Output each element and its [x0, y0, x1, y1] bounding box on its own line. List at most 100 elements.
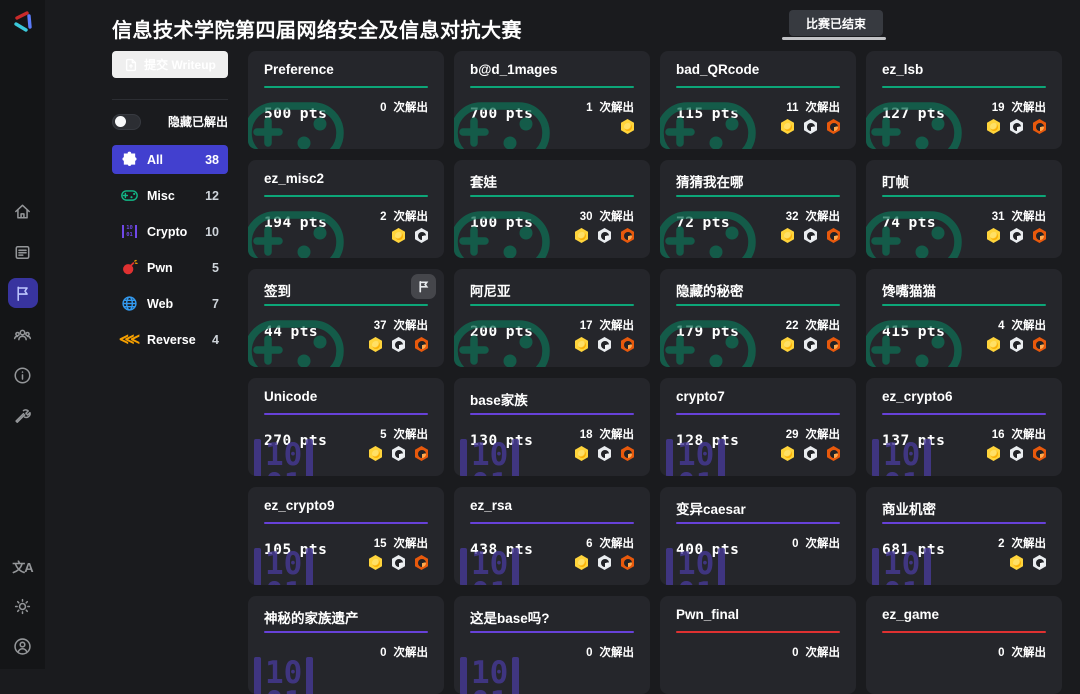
- challenge-card[interactable]: Unicode 5次解出 270pts 10 01: [248, 378, 444, 476]
- reverse-icon: ⋘: [121, 331, 138, 348]
- blood-medals: [575, 555, 634, 570]
- challenge-title: base家族: [470, 389, 634, 409]
- silver-blood-medal-icon: [1010, 446, 1023, 461]
- hide-solved-toggle[interactable]: [112, 114, 141, 130]
- gold-blood-medal-icon: [781, 119, 794, 134]
- challenge-card[interactable]: 签到 37次解出 44pts: [248, 269, 444, 367]
- category-divider: [264, 195, 428, 197]
- challenge-title: 套娃: [470, 171, 634, 191]
- solve-count: 11次解出: [786, 99, 840, 115]
- category-count: 7: [212, 297, 219, 311]
- gold-blood-medal-icon: [575, 555, 588, 570]
- gold-blood-medal-icon: [575, 228, 588, 243]
- gold-blood-medal-icon: [781, 337, 794, 352]
- challenge-card[interactable]: ez_misc2 2次解出 194pts: [248, 160, 444, 258]
- category-divider: [264, 413, 428, 415]
- challenge-card[interactable]: 神秘的家族遗产 0次解出 10 01: [248, 596, 444, 694]
- silver-blood-medal-icon: [392, 337, 405, 352]
- submit-writeup-button[interactable]: 提交 Writeup: [112, 51, 228, 78]
- challenge-card[interactable]: 商业机密 2次解出 681pts 10 01: [866, 487, 1062, 585]
- challenge-title: 猜猜我在哪: [676, 171, 840, 191]
- challenge-card[interactable]: ez_lsb 19次解出 127pts: [866, 51, 1062, 149]
- category-divider: [676, 304, 840, 306]
- sidebar-filter-crypto[interactable]: 10 01 Crypto 10: [112, 217, 228, 246]
- challenge-card[interactable]: 阿尼亚 17次解出 200pts: [454, 269, 650, 367]
- challenge-points: 100pts: [470, 215, 533, 231]
- challenge-card[interactable]: ez_rsa 6次解出 438pts 10 01: [454, 487, 650, 585]
- blood-medals: [621, 119, 634, 134]
- challenge-card[interactable]: 馋嘴猫猫 4次解出 415pts: [866, 269, 1062, 367]
- challenge-card[interactable]: 盯帧 31次解出 74pts: [866, 160, 1062, 258]
- category-divider: [882, 413, 1046, 415]
- challenge-title: 隐藏的秘密: [676, 280, 840, 300]
- game-progress-bar: [782, 37, 886, 40]
- challenge-points: 200pts: [470, 324, 533, 340]
- silver-blood-medal-icon: [804, 337, 817, 352]
- challenge-title: bad_QRcode: [676, 62, 840, 77]
- sidebar-filter-misc[interactable]: Misc 12: [112, 181, 228, 210]
- scoreboard-icon[interactable]: [8, 319, 38, 349]
- challenge-points: 500pts: [264, 106, 327, 122]
- challenge-card[interactable]: Pwn_final 0次解出: [660, 596, 856, 694]
- gold-blood-medal-icon: [1010, 555, 1023, 570]
- sidebar-filter-all[interactable]: All 38: [112, 145, 228, 174]
- gold-blood-medal-icon: [987, 228, 1000, 243]
- category-divider: [470, 522, 634, 524]
- category-divider: [264, 86, 428, 88]
- hide-solved-label: 隐藏已解出: [168, 113, 228, 130]
- challenge-card[interactable]: base家族 18次解出 130pts 10 01: [454, 378, 650, 476]
- challenges-flag-icon[interactable]: [8, 278, 38, 308]
- challenge-title: 盯帧: [882, 171, 1046, 191]
- challenge-card[interactable]: 隐藏的秘密 22次解出 179pts: [660, 269, 856, 367]
- home-icon[interactable]: [8, 196, 38, 226]
- challenge-card[interactable]: b@d_1mages 1次解出 700pts: [454, 51, 650, 149]
- challenge-card[interactable]: 套娃 30次解出 100pts: [454, 160, 650, 258]
- challenge-card[interactable]: ez_crypto9 15次解出 105pts 10 01: [248, 487, 444, 585]
- challenge-points: 270pts: [264, 433, 327, 449]
- blood-medals: [575, 337, 634, 352]
- challenge-points: 105pts: [264, 542, 327, 558]
- challenge-card[interactable]: bad_QRcode 11次解出 115pts: [660, 51, 856, 149]
- challenge-card[interactable]: 这是base吗? 0次解出 10 01: [454, 596, 650, 694]
- solve-count: 19次解出: [992, 99, 1046, 115]
- matrix-watermark: 10 01: [460, 657, 519, 694]
- game-status-button[interactable]: 比赛已结束: [789, 10, 883, 36]
- gold-blood-medal-icon: [575, 446, 588, 461]
- silver-blood-medal-icon: [415, 228, 428, 243]
- sidebar-filter-reverse[interactable]: ⋘ Reverse 4: [112, 325, 228, 354]
- challenge-points: 127pts: [882, 106, 945, 122]
- news-icon[interactable]: [8, 237, 38, 267]
- challenge-card[interactable]: 猜猜我在哪 32次解出 72pts: [660, 160, 856, 258]
- solve-count: 18次解出: [580, 426, 634, 442]
- sidebar-filter-web[interactable]: Web 7: [112, 289, 228, 318]
- challenge-title: ez_lsb: [882, 62, 1046, 77]
- challenge-points: 130pts: [470, 433, 533, 449]
- challenge-card[interactable]: crypto7 29次解出 128pts 10 01: [660, 378, 856, 476]
- language-icon[interactable]: 文A: [8, 551, 38, 581]
- challenge-card[interactable]: Preference 0次解出 500pts: [248, 51, 444, 149]
- solve-count: 0次解出: [586, 644, 634, 660]
- web-icon: [121, 295, 138, 312]
- page-title: 信息技术学院第四届网络安全及信息对抗大赛: [112, 14, 522, 43]
- avatar[interactable]: [8, 631, 38, 661]
- admin-wrench-icon[interactable]: [8, 401, 38, 431]
- challenge-title: 神秘的家族遗产: [264, 607, 428, 627]
- app-logo[interactable]: [7, 7, 39, 39]
- challenge-card[interactable]: 变异caesar 0次解出 400pts 10 01: [660, 487, 856, 585]
- theme-sun-icon[interactable]: [8, 591, 38, 621]
- challenge-card[interactable]: ez_crypto6 16次解出 137pts 10 01: [866, 378, 1062, 476]
- category-divider: [882, 522, 1046, 524]
- gold-blood-medal-icon: [987, 446, 1000, 461]
- blood-medals: [575, 228, 634, 243]
- solve-count: 2次解出: [380, 208, 428, 224]
- category-divider: [676, 522, 840, 524]
- about-info-icon[interactable]: [8, 360, 38, 390]
- silver-blood-medal-icon: [598, 228, 611, 243]
- category-divider: [676, 195, 840, 197]
- bronze-blood-medal-icon: [621, 446, 634, 461]
- submit-writeup-label: 提交 Writeup: [144, 56, 216, 73]
- category-divider: [882, 195, 1046, 197]
- challenge-card[interactable]: ez_game 0次解出: [866, 596, 1062, 694]
- sidebar-filter-pwn[interactable]: Pwn 5: [112, 253, 228, 282]
- sidebar-divider: [112, 99, 228, 100]
